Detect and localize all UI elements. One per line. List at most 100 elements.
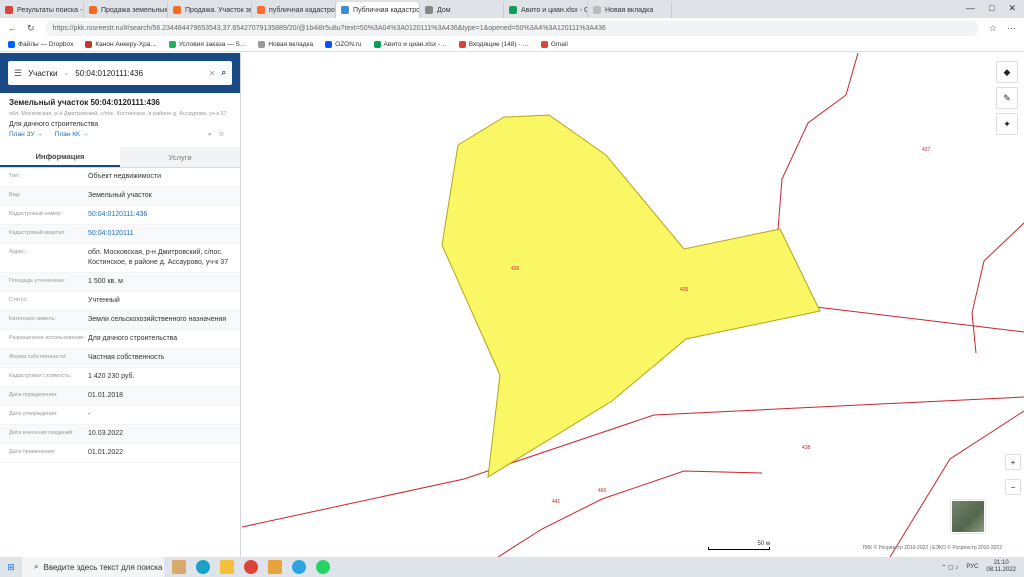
bookmark-label: Файлы — Dropbox (18, 41, 74, 48)
attribute-value: Для дачного строительства (88, 335, 178, 342)
edge-icon[interactable] (196, 560, 210, 574)
tray-icons[interactable]: ⌃ ▢ ♪ (941, 564, 958, 571)
minimize-button[interactable]: — (966, 3, 975, 14)
clear-icon[interactable]: ✕ (209, 69, 216, 78)
attribute-label: Тип: (9, 173, 20, 179)
chrome-icon[interactable] (244, 560, 258, 574)
attribute-row: Кадастровый номер: 50:04:0120111:436 (0, 206, 240, 225)
browser-tab[interactable]: Публичная кадастровая… (336, 2, 420, 18)
browser-tab[interactable]: Новая вкладка (588, 2, 672, 18)
category-select[interactable]: Участки (28, 69, 57, 78)
clock[interactable]: 21:10 08.11.2022 (986, 560, 1016, 574)
locate-button[interactable]: ✦ (996, 113, 1018, 135)
browser-tab[interactable]: Результаты поиска - mar… (0, 2, 84, 18)
windows-start-icon[interactable]: ⊞ (0, 562, 22, 573)
search-input[interactable]: 50:04:0120111:436 (75, 69, 203, 78)
zoom-in-button[interactable]: + (1005, 454, 1021, 470)
action-icons[interactable]: ⌕☆ (208, 131, 231, 139)
tab-services[interactable]: Услуги (120, 147, 240, 167)
tab-label: Результаты поиска - mar… (17, 6, 83, 14)
bookmark-item[interactable]: Авито и циан.xlsx -… (373, 41, 447, 48)
attribute-label: Площадь уточненная: (9, 278, 66, 284)
close-window-button[interactable]: ✕ (1008, 3, 1016, 14)
bookmark-item[interactable]: Канон Анкеру-Хра… (85, 41, 157, 48)
attribute-value: 1 500 кв. м (88, 278, 123, 285)
attribute-value: 01.01.2022 (88, 449, 124, 456)
attribute-row: Дата определения: 01.01.2018 (0, 387, 240, 406)
layers-button[interactable]: ◆ (996, 61, 1018, 83)
whatsapp-icon[interactable] (316, 560, 330, 574)
measure-button[interactable]: ✎ (996, 87, 1018, 109)
browser-tab[interactable]: публичная кадастровая… (252, 2, 336, 18)
attribute-row: Дата внесения сведений: 10.03.2022 (0, 425, 240, 444)
basemap-thumbnail[interactable] (951, 500, 985, 533)
attribute-value: Учтенный (88, 297, 120, 304)
attribute-label: Дата применения: (9, 449, 56, 455)
tab-favicon-icon (257, 6, 265, 14)
zoom-out-button[interactable]: − (1005, 479, 1021, 495)
maximize-button[interactable]: □ (989, 3, 994, 14)
time: 21:10 (993, 560, 1009, 566)
bookmark-item[interactable]: Входящие (148) - … (458, 41, 529, 48)
star-icon[interactable]: ☆ (989, 23, 997, 34)
attribute-value[interactable]: 50:04:0120111 (88, 229, 231, 239)
file-explorer-icon[interactable] (220, 560, 234, 574)
attribute-row: Вид: Земельный участок (0, 187, 240, 206)
windows-taskbar: ⊞ ⌕ Введите здесь текст для поиска ⌃ ▢ ♪… (0, 557, 1024, 577)
map-canvas[interactable]: 436 435 437 438 460 441 (242, 53, 1024, 557)
refresh-icon[interactable]: ↻ (27, 23, 35, 34)
attribute-value: Земельный участок (88, 192, 152, 199)
attribute-row: Кадастровый квартал: 50:04:0120111 (0, 225, 240, 244)
attribute-label: Адрес: (9, 249, 27, 255)
parcel-boundary-line (971, 222, 1024, 354)
attribute-label: Кадастровая стоимость: (9, 373, 72, 379)
bookmark-item[interactable]: Файлы — Dropbox (8, 41, 73, 48)
attribute-row: Дата применения: 01.01.2022 (0, 444, 240, 463)
attribute-label: Дата утверждения: (9, 411, 58, 417)
plan-zu-link[interactable]: План ЗУ → (9, 131, 43, 139)
panel-tabs: Информация Услуги (0, 147, 240, 168)
map-label: 436 (511, 266, 520, 272)
back-icon[interactable]: ← (8, 23, 17, 33)
browser-tab[interactable]: Дом (420, 2, 504, 18)
bookmark-label: Условия заказа — S… (178, 41, 247, 48)
chevron-down-icon[interactable]: ⌄ (63, 69, 69, 77)
system-tray: ⌃ ▢ ♪ РУС 21:10 08.11.2022 (941, 560, 1024, 574)
app-icon[interactable] (268, 560, 282, 574)
attribute-value: 1 420 230 руб. (88, 373, 135, 380)
bookmark-label: OZON.ru (335, 41, 362, 48)
attribute-row: Адрес: обл. Московская, р-н Дмитровский, … (0, 244, 240, 273)
menu-icon[interactable]: ☰ (14, 68, 22, 79)
language-indicator[interactable]: РУС (966, 564, 978, 570)
map-view[interactable]: 436 435 437 438 460 441 ◆ ✎ ✦ + − 50 м П… (242, 53, 1024, 557)
bookmark-item[interactable]: Gmail (540, 41, 568, 48)
taskbar-search[interactable]: ⌕ Введите здесь текст для поиска (22, 557, 164, 577)
attribute-value[interactable]: 50:04:0120111:436 (88, 210, 231, 220)
bookmark-label: Gmail (550, 41, 568, 48)
attribute-row: Форма собственности: Частная собственност… (0, 349, 240, 368)
bookmark-icon (168, 41, 176, 48)
bookmark-icon (85, 41, 93, 48)
bookmark-item[interactable]: Новая вкладка (258, 41, 313, 48)
tab-label: Продажа земельных уча… (101, 6, 168, 14)
search-icon[interactable]: ⌕ (222, 68, 226, 78)
browser-tab[interactable]: Продажа земельных уча… (84, 2, 168, 18)
telegram-icon[interactable] (292, 560, 306, 574)
search-header: ☰ Участки ⌄ 50:04:0120111:436 ✕ ⌕ (0, 53, 240, 93)
browser-tab[interactable]: Авито и циан.xlsx - Goog… (504, 2, 588, 18)
browser-tab[interactable]: Продажа. Участок земел… (168, 2, 252, 18)
taskview-icon[interactable] (172, 560, 186, 574)
attribute-row: Категория земель: Земли сельскохозяйствен… (0, 311, 240, 330)
url-field[interactable]: https://pkk.rosreestr.ru/#/search/56.234… (44, 20, 979, 36)
tab-favicon-icon (5, 6, 13, 14)
attribute-value: 10.03.2022 (88, 430, 124, 437)
menu-icon[interactable]: ⋯ (1007, 23, 1016, 34)
bookmark-item[interactable]: Условия заказа — S… (168, 41, 247, 48)
attribute-label: Кадастровый номер: (9, 211, 62, 217)
plan-kk-link[interactable]: План КК → (55, 131, 88, 139)
tab-info[interactable]: Информация (0, 147, 120, 167)
parcel-purpose: Для дачного строительства (9, 121, 99, 128)
attribute-label: Форма собственности: (9, 354, 67, 360)
bookmark-item[interactable]: OZON.ru (325, 41, 362, 48)
attribute-row: Статус: Учтенный (0, 292, 240, 311)
